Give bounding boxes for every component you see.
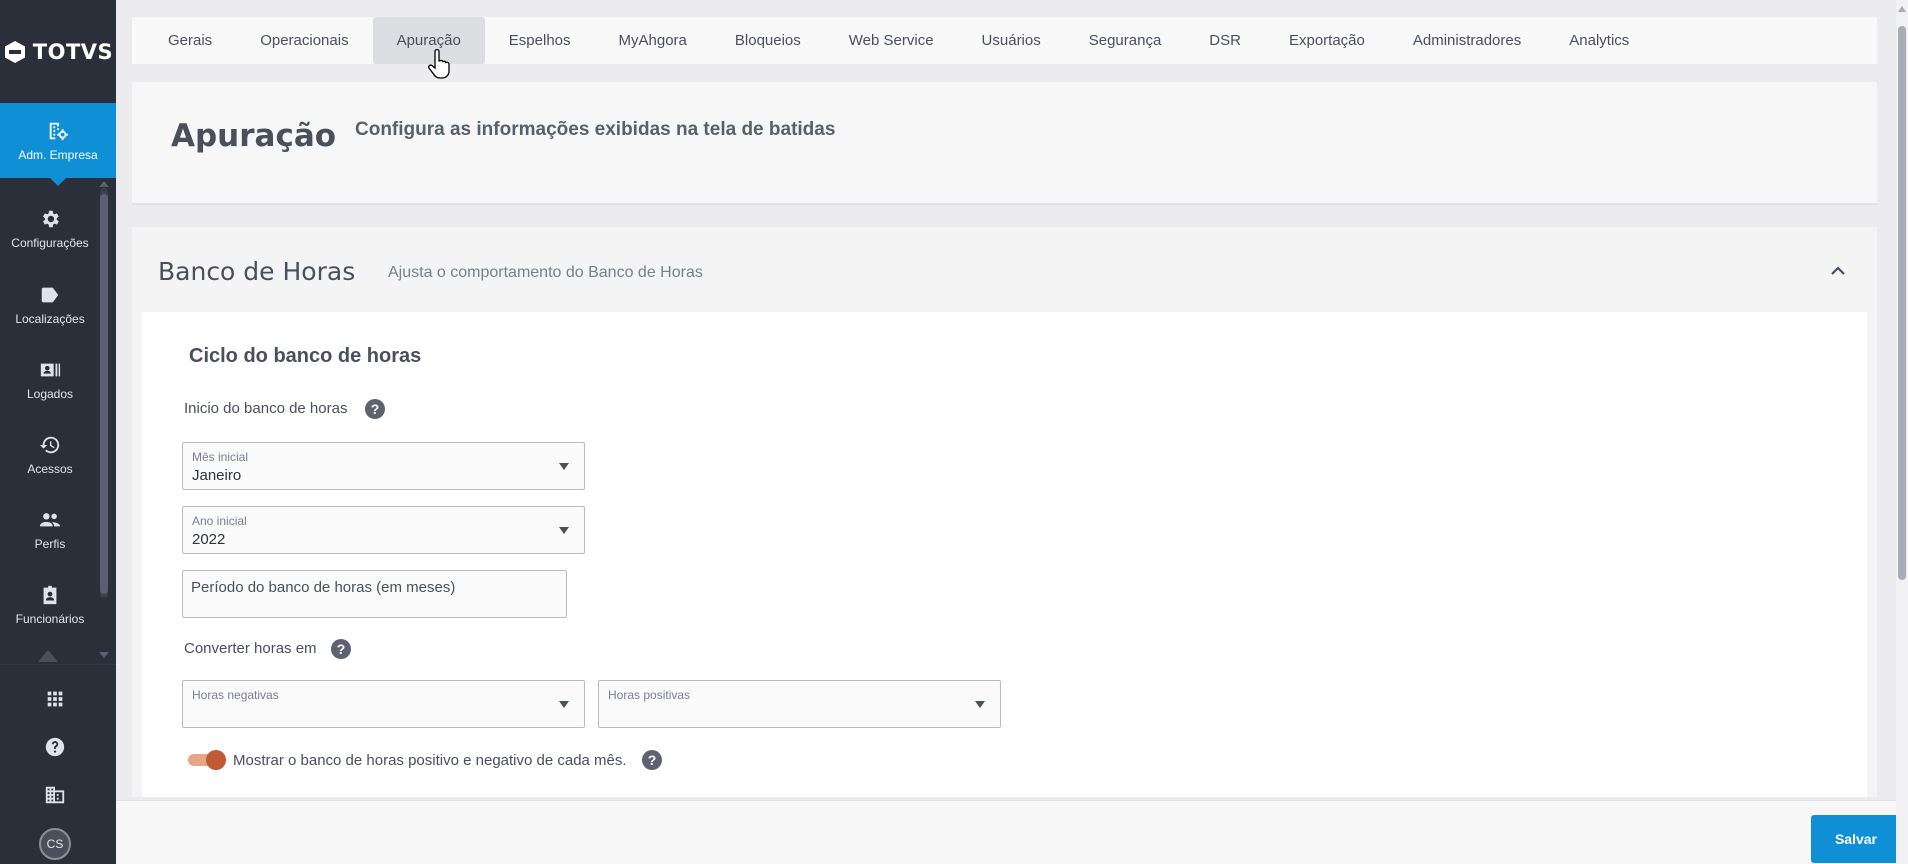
sidebar-item-label: Localizações	[15, 311, 85, 326]
sidebar-item-label: Adm. Empresa	[18, 147, 98, 162]
chevron-up-icon[interactable]	[1828, 261, 1848, 281]
section-banco-de-horas: Banco de Horas Ajusta o comportamento do…	[132, 227, 1877, 797]
sidebar-item-label: Perfis	[34, 536, 66, 551]
logo-text: TOTVS	[32, 39, 114, 64]
dropdown-arrow-icon	[559, 463, 569, 470]
page-scroll-thumb[interactable]	[1898, 26, 1906, 580]
toggle-label: Mostrar o banco de horas positivo e nega…	[233, 752, 627, 769]
positive-hours-label: Horas positivas	[608, 688, 691, 702]
section-description: Ajusta o comportamento do Banco de Horas	[388, 264, 703, 281]
period-input-placeholder: Período do banco de horas (em meses)	[191, 579, 456, 596]
dropdown-arrow-icon	[559, 701, 569, 708]
sidebar-item-localizacoes[interactable]: Localizações	[0, 267, 100, 342]
year-select[interactable]: Ano inicial 2022	[182, 506, 585, 554]
totvs-logo[interactable]: TOTVS	[0, 0, 116, 103]
settings-tabs: Gerais Operacionais Apuração Espelhos My…	[132, 17, 1877, 64]
section-title[interactable]: Banco de Horas	[158, 257, 355, 286]
sidebar-item-logados[interactable]: Logados	[0, 342, 100, 417]
month-select[interactable]: Mês inicial Janeiro	[182, 442, 585, 490]
positive-hours-select[interactable]: Horas positivas	[598, 680, 1001, 728]
dropdown-arrow-icon	[975, 701, 985, 708]
group-title: Ciclo do banco de horas	[189, 345, 422, 367]
help-icon[interactable]: ?	[331, 639, 351, 659]
footer-bar	[116, 800, 1908, 864]
save-button[interactable]: Salvar	[1811, 815, 1901, 863]
help-icon[interactable]: ?	[642, 750, 662, 770]
sidebar-item-perfis[interactable]: Perfis	[0, 492, 100, 567]
sidebar-item-configuracoes[interactable]: Configurações	[0, 191, 100, 266]
building-gear-icon	[49, 122, 69, 140]
page-title: Apuração	[171, 118, 337, 154]
tab-bloqueios[interactable]: Bloqueios	[711, 17, 825, 64]
sidebar-item-adm-empresa[interactable]: Adm. Empresa	[0, 103, 116, 178]
year-select-value: 2022	[192, 531, 226, 548]
avatar[interactable]: CS	[39, 828, 71, 860]
sidebar-item-partial-icon	[38, 650, 58, 662]
sidebar-item-label: Funcionários	[15, 611, 85, 626]
help-icon[interactable]: ?	[365, 399, 385, 419]
year-select-label: Ano inicial	[192, 514, 247, 528]
dropdown-arrow-icon	[559, 527, 569, 534]
people-icon	[39, 512, 61, 526]
tab-espelhos[interactable]: Espelhos	[485, 17, 595, 64]
toggle-knob	[206, 750, 226, 770]
badge-icon	[43, 585, 57, 604]
tag-icon	[41, 287, 59, 302]
section-body: Ciclo do banco de horas Inicio do banco …	[142, 312, 1867, 797]
tab-exportacao[interactable]: Exportação	[1265, 17, 1389, 64]
month-select-value: Janeiro	[192, 467, 242, 484]
sidebar-item-acessos[interactable]: Acessos	[0, 417, 100, 492]
totvs-logo-icon	[4, 40, 25, 63]
scroll-up-arrow[interactable]	[1898, 6, 1906, 12]
tab-myahgora[interactable]: MyAhgora	[595, 17, 711, 64]
month-select-label: Mês inicial	[192, 450, 249, 464]
tab-operacionais[interactable]: Operacionais	[236, 17, 372, 64]
sidebar-scroll-up[interactable]	[99, 181, 109, 187]
sidebar: TOTVS Adm. Empresa Configurações Localiz…	[0, 0, 116, 864]
hand-pointer-cursor-icon	[428, 49, 450, 79]
sidebar-item-label: Logados	[26, 386, 74, 401]
tab-dsr[interactable]: DSR	[1185, 17, 1265, 64]
start-label: Inicio do banco de horas	[184, 400, 348, 417]
apps-grid-icon[interactable]	[43, 687, 67, 711]
sidebar-item-funcionarios[interactable]: Funcionários	[0, 567, 100, 642]
gear-icon	[43, 210, 59, 227]
sidebar-scroll-thumb[interactable]	[100, 194, 108, 594]
sidebar-item-label: Configurações	[11, 235, 89, 250]
monthly-balance-toggle[interactable]	[188, 750, 226, 770]
tab-analytics[interactable]: Analytics	[1545, 17, 1653, 64]
page-scrollbar[interactable]	[1896, 0, 1908, 864]
help-circle-icon[interactable]	[43, 735, 67, 759]
tab-web-service[interactable]: Web Service	[825, 17, 958, 64]
tab-gerais[interactable]: Gerais	[144, 17, 236, 64]
period-input[interactable]: Período do banco de horas (em meses)	[182, 570, 567, 618]
history-icon	[39, 436, 60, 453]
tab-administradores[interactable]: Administradores	[1389, 17, 1545, 64]
sidebar-scrollbar[interactable]	[100, 188, 108, 598]
sidebar-scroll-down[interactable]	[99, 652, 109, 658]
company-building-icon[interactable]	[43, 783, 67, 807]
sidebar-item-label: Acessos	[27, 461, 73, 476]
tab-seguranca[interactable]: Segurança	[1065, 17, 1186, 64]
negative-hours-select[interactable]: Horas negativas	[182, 680, 585, 728]
id-card-icon	[40, 363, 61, 376]
negative-hours-label: Horas negativas	[192, 688, 279, 702]
page-subtitle: Configura as informações exibidas na tel…	[355, 119, 836, 140]
page-header: Apuração Configura as informações exibid…	[132, 82, 1877, 205]
convert-label: Converter horas em	[184, 640, 317, 657]
tab-usuarios[interactable]: Usuários	[958, 17, 1065, 64]
